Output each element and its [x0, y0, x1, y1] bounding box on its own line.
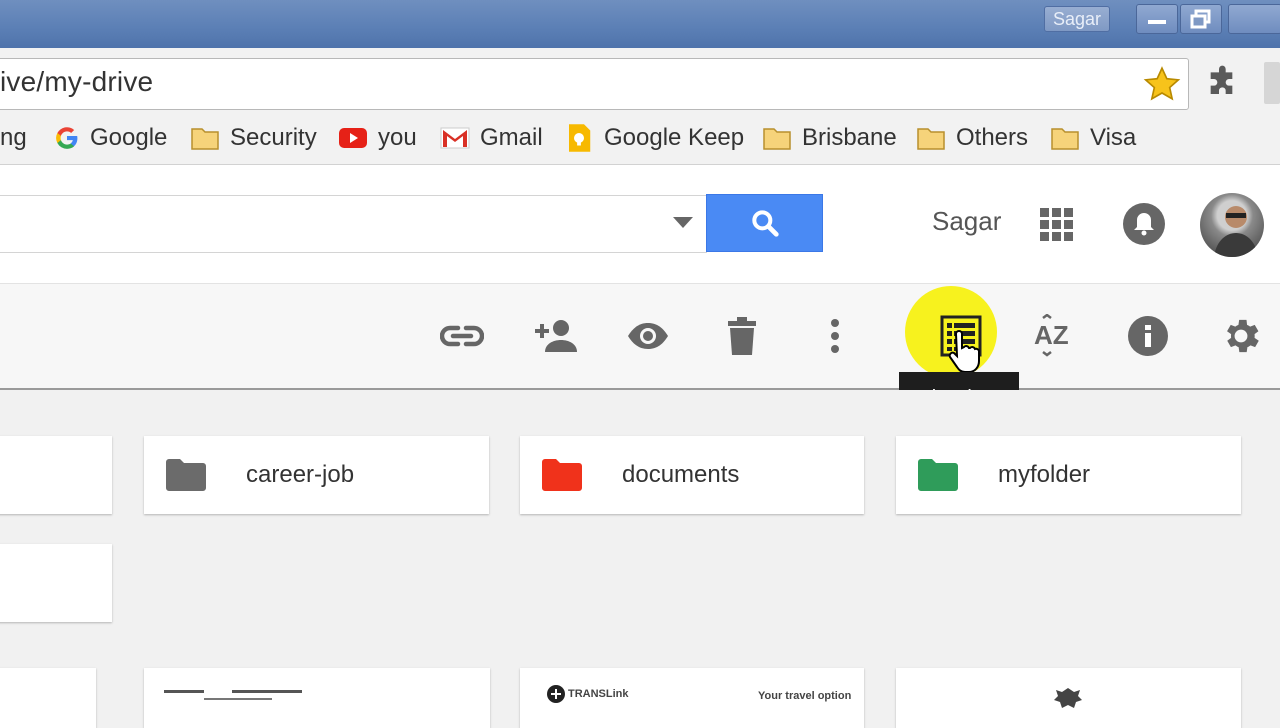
file-card[interactable]: TRANSLink Your travel option [520, 668, 864, 728]
search-options-dropdown[interactable] [672, 214, 694, 230]
sort-button[interactable]: AZ [1030, 312, 1078, 360]
info-icon [1128, 316, 1168, 356]
search-button[interactable] [706, 194, 823, 252]
get-link-button[interactable] [438, 312, 486, 360]
eye-icon [628, 323, 668, 349]
address-bar[interactable] [0, 58, 1189, 110]
folder-card-partial[interactable] [0, 544, 112, 622]
folder-icon [917, 128, 945, 150]
more-vert-icon [831, 319, 839, 353]
bookmark-label: Visa [1090, 124, 1137, 151]
more-actions-button[interactable] [811, 312, 859, 360]
minimize-icon [1148, 20, 1166, 24]
file-card[interactable] [896, 668, 1241, 728]
settings-button[interactable] [1217, 312, 1265, 360]
folder-icon [191, 128, 219, 150]
keep-icon [569, 124, 591, 152]
account-name[interactable]: Sagar [932, 206, 1001, 237]
bookmark-others[interactable]: Others [916, 118, 1028, 158]
caret-down-icon [673, 217, 693, 228]
details-button[interactable] [1124, 312, 1172, 360]
gmail-icon [440, 127, 470, 149]
bookmark-security[interactable]: Security [190, 118, 317, 158]
folder-card[interactable]: myfolder [896, 436, 1241, 514]
remove-button[interactable] [718, 312, 766, 360]
restore-button[interactable] [1180, 4, 1222, 34]
browser-menu-edge[interactable] [1264, 62, 1280, 104]
apps-grid-icon[interactable] [1038, 206, 1076, 244]
url-text[interactable]: ive/my-drive [0, 66, 153, 98]
sort-az-icon: AZ [1034, 314, 1069, 357]
bookmark-item[interactable]: ng [0, 118, 27, 158]
profile-chip[interactable]: Sagar [1044, 6, 1110, 32]
minimize-button[interactable] [1136, 4, 1178, 34]
bookmark-visa[interactable]: Visa [1050, 118, 1136, 158]
bookmark-label: Gmail [480, 124, 543, 151]
translink-logo-icon [547, 685, 565, 703]
bookmark-brisbane[interactable]: Brisbane [762, 118, 897, 158]
avatar[interactable] [1200, 193, 1264, 257]
folder-name: documents [622, 461, 740, 488]
bookmark-label: Google [90, 124, 168, 151]
search-input[interactable] [0, 195, 707, 253]
bookmark-label: Others [956, 124, 1029, 151]
bookmark-google-keep[interactable]: Google Keep [564, 118, 744, 158]
bookmark-gmail[interactable]: Gmail [440, 118, 543, 158]
share-button[interactable] [532, 312, 580, 360]
bookmark-google[interactable]: Google [54, 118, 167, 158]
file-card[interactable] [144, 668, 490, 728]
search-icon [751, 210, 779, 237]
folder-card[interactable]: documents [520, 436, 864, 514]
notifications-bell-icon[interactable] [1122, 202, 1166, 246]
google-g-icon [56, 127, 78, 149]
folder-name: career-job [246, 461, 355, 488]
svg-text:AZ: AZ [1034, 320, 1069, 350]
folder-card[interactable]: career-job [144, 436, 489, 514]
add-person-icon [535, 320, 577, 352]
link-icon [440, 325, 484, 347]
restore-icon [1190, 9, 1211, 29]
folder-icon [763, 128, 791, 150]
image-thumbnail [1054, 688, 1082, 708]
youtube-icon [339, 128, 367, 148]
bookmark-label: Security [230, 124, 317, 151]
trash-icon [728, 317, 756, 355]
close-window-button[interactable] [1228, 4, 1280, 34]
folder-icon [1051, 128, 1079, 150]
bookmark-label: Google Keep [604, 124, 745, 151]
document-thumbnail [164, 690, 302, 700]
folder-icon [542, 459, 582, 491]
bookmark-label: ng [0, 124, 27, 151]
thumbnail-text: TRANSLink [568, 688, 629, 700]
hand-cursor-icon [946, 330, 982, 374]
folder-card-partial[interactable] [0, 436, 112, 514]
extension-puzzle-icon[interactable] [1204, 64, 1244, 104]
folder-icon [166, 459, 206, 491]
bookmark-label: Brisbane [802, 124, 897, 151]
folder-name: myfolder [998, 461, 1091, 488]
preview-button[interactable] [624, 312, 672, 360]
bookmark-label: you [378, 124, 417, 151]
folder-icon [918, 459, 958, 491]
thumbnail-text: Your travel option [758, 690, 852, 702]
gear-icon [1227, 319, 1259, 353]
bookmark-youtube[interactable]: you [338, 118, 417, 158]
file-card-partial[interactable] [0, 668, 96, 728]
bookmark-star-icon[interactable] [1142, 64, 1182, 104]
